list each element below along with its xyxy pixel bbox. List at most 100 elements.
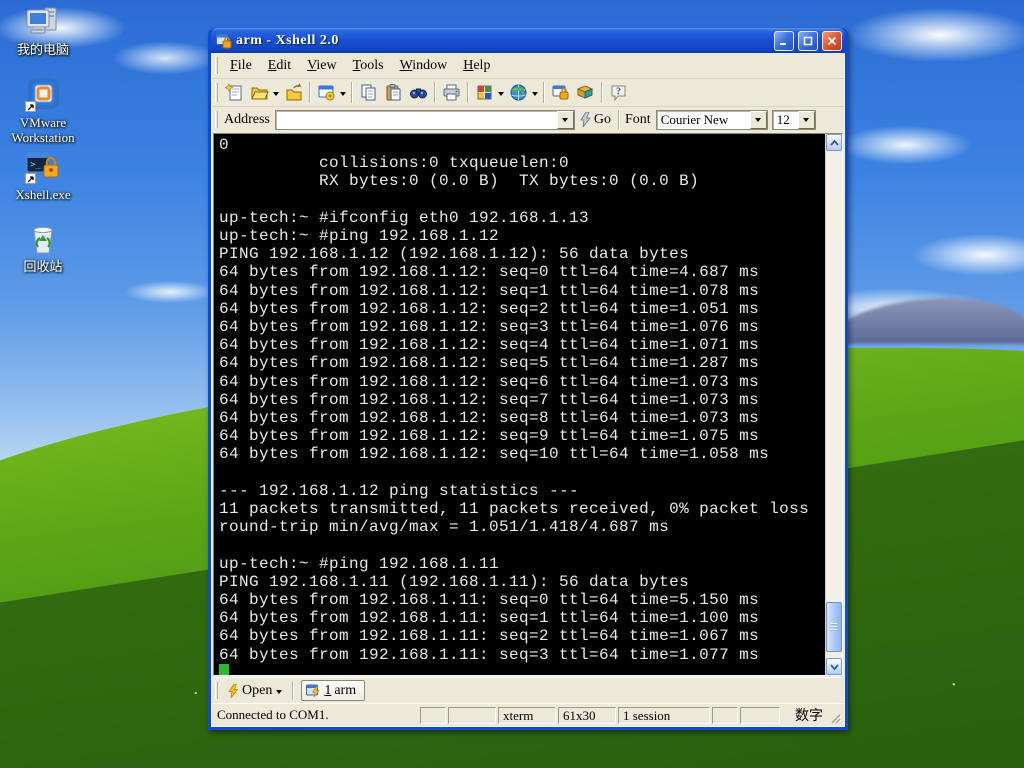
shortcut-arrow-icon bbox=[25, 101, 36, 112]
terminal-scrollbar[interactable] bbox=[825, 134, 842, 675]
web-browser-button[interactable] bbox=[506, 81, 531, 105]
shortcut-arrow-icon bbox=[25, 173, 36, 184]
terminal-screen[interactable]: 0 collisions:0 txqueuelen:0 RX bytes:0 (… bbox=[214, 134, 825, 675]
status-message: Connected to COM1. bbox=[217, 707, 329, 722]
session-tab-bar: Open 1 arm bbox=[212, 677, 844, 703]
desktop-icon-xshell[interactable]: >_ Xshell.exe bbox=[0, 150, 86, 202]
print-button[interactable] bbox=[439, 81, 464, 105]
find-button[interactable] bbox=[406, 81, 431, 105]
toolbar-separator bbox=[618, 110, 621, 129]
scroll-up-button[interactable] bbox=[826, 134, 842, 151]
session-tab-number: 1 bbox=[324, 682, 332, 698]
status-session-count: 1 session bbox=[618, 706, 710, 724]
font-value: Courier New bbox=[660, 111, 729, 127]
menu-help[interactable]: Help bbox=[455, 56, 498, 76]
toolbar-separator bbox=[292, 681, 295, 700]
toolbar-grip[interactable] bbox=[215, 56, 218, 75]
maximize-button[interactable] bbox=[798, 30, 818, 51]
scroll-down-button[interactable] bbox=[826, 658, 842, 675]
session-tab-icon bbox=[306, 684, 320, 698]
toolbar-grip[interactable] bbox=[215, 681, 218, 700]
address-combobox[interactable] bbox=[274, 109, 575, 130]
status-terminal-type: xterm bbox=[498, 706, 556, 724]
terminal-area: 0 collisions:0 txqueuelen:0 RX bytes:0 (… bbox=[213, 133, 843, 676]
minimize-button[interactable] bbox=[774, 30, 794, 51]
new-session-button[interactable] bbox=[222, 81, 247, 105]
paste-button[interactable] bbox=[381, 81, 406, 105]
desktop-icon-my-computer[interactable]: 我的电脑 bbox=[0, 5, 86, 57]
menu-window[interactable]: Window bbox=[392, 56, 456, 76]
open-dropdown-arrow[interactable] bbox=[273, 91, 279, 99]
font-size-dropdown-button[interactable] bbox=[797, 110, 815, 129]
svg-text:?: ? bbox=[616, 87, 621, 98]
desktop-icon-recycle-bin[interactable]: 回收站 bbox=[0, 222, 86, 274]
desktop-icon-vmware[interactable]: VMware Workstation bbox=[0, 78, 86, 145]
toolbar-separator bbox=[543, 82, 545, 103]
help-button[interactable]: ? bbox=[606, 81, 631, 105]
toolbar-separator bbox=[467, 82, 469, 103]
desktop-icon-label: 我的电脑 bbox=[16, 42, 69, 57]
toolbar-separator bbox=[601, 82, 603, 103]
address-input[interactable] bbox=[275, 111, 557, 128]
go-button[interactable]: Go bbox=[575, 111, 615, 129]
xshell-icon: >_ bbox=[25, 150, 61, 184]
svg-text:>_: >_ bbox=[30, 160, 41, 170]
web-dropdown-arrow[interactable] bbox=[532, 91, 538, 99]
resize-grip[interactable] bbox=[828, 711, 842, 725]
toolbar-separator bbox=[434, 82, 436, 103]
window-title: arm - Xshell 2.0 bbox=[236, 32, 339, 48]
window-app-icon bbox=[216, 33, 232, 48]
desktop-icon-label: Xshell.exe bbox=[15, 187, 71, 202]
lightning-icon bbox=[580, 112, 591, 127]
menu-bar: File Edit View Tools Window Help bbox=[212, 53, 844, 78]
terminal-cursor bbox=[219, 664, 229, 675]
window-titlebar[interactable]: arm - Xshell 2.0 bbox=[211, 28, 845, 53]
my-computer-icon bbox=[25, 5, 61, 39]
open-session-button[interactable]: Open bbox=[222, 681, 289, 701]
desktop-icon-label: VMware Workstation bbox=[11, 115, 75, 145]
ime-mode-indicator: 数字 bbox=[795, 709, 823, 724]
colors-dropdown-arrow[interactable] bbox=[498, 91, 504, 99]
status-panel-2 bbox=[448, 706, 496, 724]
scrollbar-track[interactable] bbox=[826, 151, 842, 658]
open-folder-button[interactable] bbox=[281, 81, 306, 105]
font-size-combobox[interactable]: 12 bbox=[771, 109, 816, 130]
menu-edit[interactable]: Edit bbox=[260, 56, 299, 76]
recycle-bin-icon bbox=[25, 222, 61, 256]
address-dropdown-button[interactable] bbox=[556, 110, 574, 129]
font-dropdown-button[interactable] bbox=[749, 110, 767, 129]
status-bar: Connected to COM1. xterm 61x30 1 session… bbox=[212, 703, 844, 726]
open-dropdown-arrow[interactable] bbox=[276, 690, 283, 697]
color-scheme-button[interactable] bbox=[472, 81, 497, 105]
status-panel-6 bbox=[712, 706, 738, 724]
toolbar-separator bbox=[309, 82, 311, 103]
font-label: Font bbox=[625, 111, 651, 127]
toolbar-separator bbox=[351, 82, 353, 103]
address-label: Address bbox=[224, 111, 270, 127]
address-bar: Address Go Font Courier New 12 bbox=[212, 106, 844, 132]
session-tab-label: arm bbox=[334, 682, 357, 698]
close-button[interactable] bbox=[822, 30, 842, 51]
session-security-button[interactable] bbox=[548, 81, 573, 105]
toolbar-grip[interactable] bbox=[215, 110, 218, 129]
toolbar-grip[interactable] bbox=[215, 83, 218, 102]
font-combobox[interactable]: Courier New bbox=[655, 109, 768, 130]
xshell-window: arm - Xshell 2.0 File Edit View Tools Wi… bbox=[208, 28, 848, 730]
toolbar: ? bbox=[212, 78, 844, 106]
properties-dropdown-arrow[interactable] bbox=[340, 91, 346, 99]
lightning-icon bbox=[228, 683, 239, 698]
open-sessions-button[interactable] bbox=[247, 81, 272, 105]
menu-view[interactable]: View bbox=[299, 56, 345, 76]
vmware-workstation-icon bbox=[25, 78, 61, 112]
menu-tools[interactable]: Tools bbox=[345, 56, 392, 76]
status-panel-1 bbox=[420, 706, 446, 724]
status-panel-7 bbox=[740, 706, 780, 724]
menu-file[interactable]: File bbox=[222, 56, 260, 76]
status-terminal-size: 61x30 bbox=[558, 706, 616, 724]
session-tab-arm[interactable]: 1 arm bbox=[301, 680, 366, 701]
font-size-value: 12 bbox=[776, 111, 790, 127]
copy-button[interactable] bbox=[356, 81, 381, 105]
scrollbar-thumb[interactable] bbox=[826, 602, 842, 652]
transfer-button[interactable] bbox=[573, 81, 598, 105]
session-properties-button[interactable] bbox=[314, 81, 339, 105]
